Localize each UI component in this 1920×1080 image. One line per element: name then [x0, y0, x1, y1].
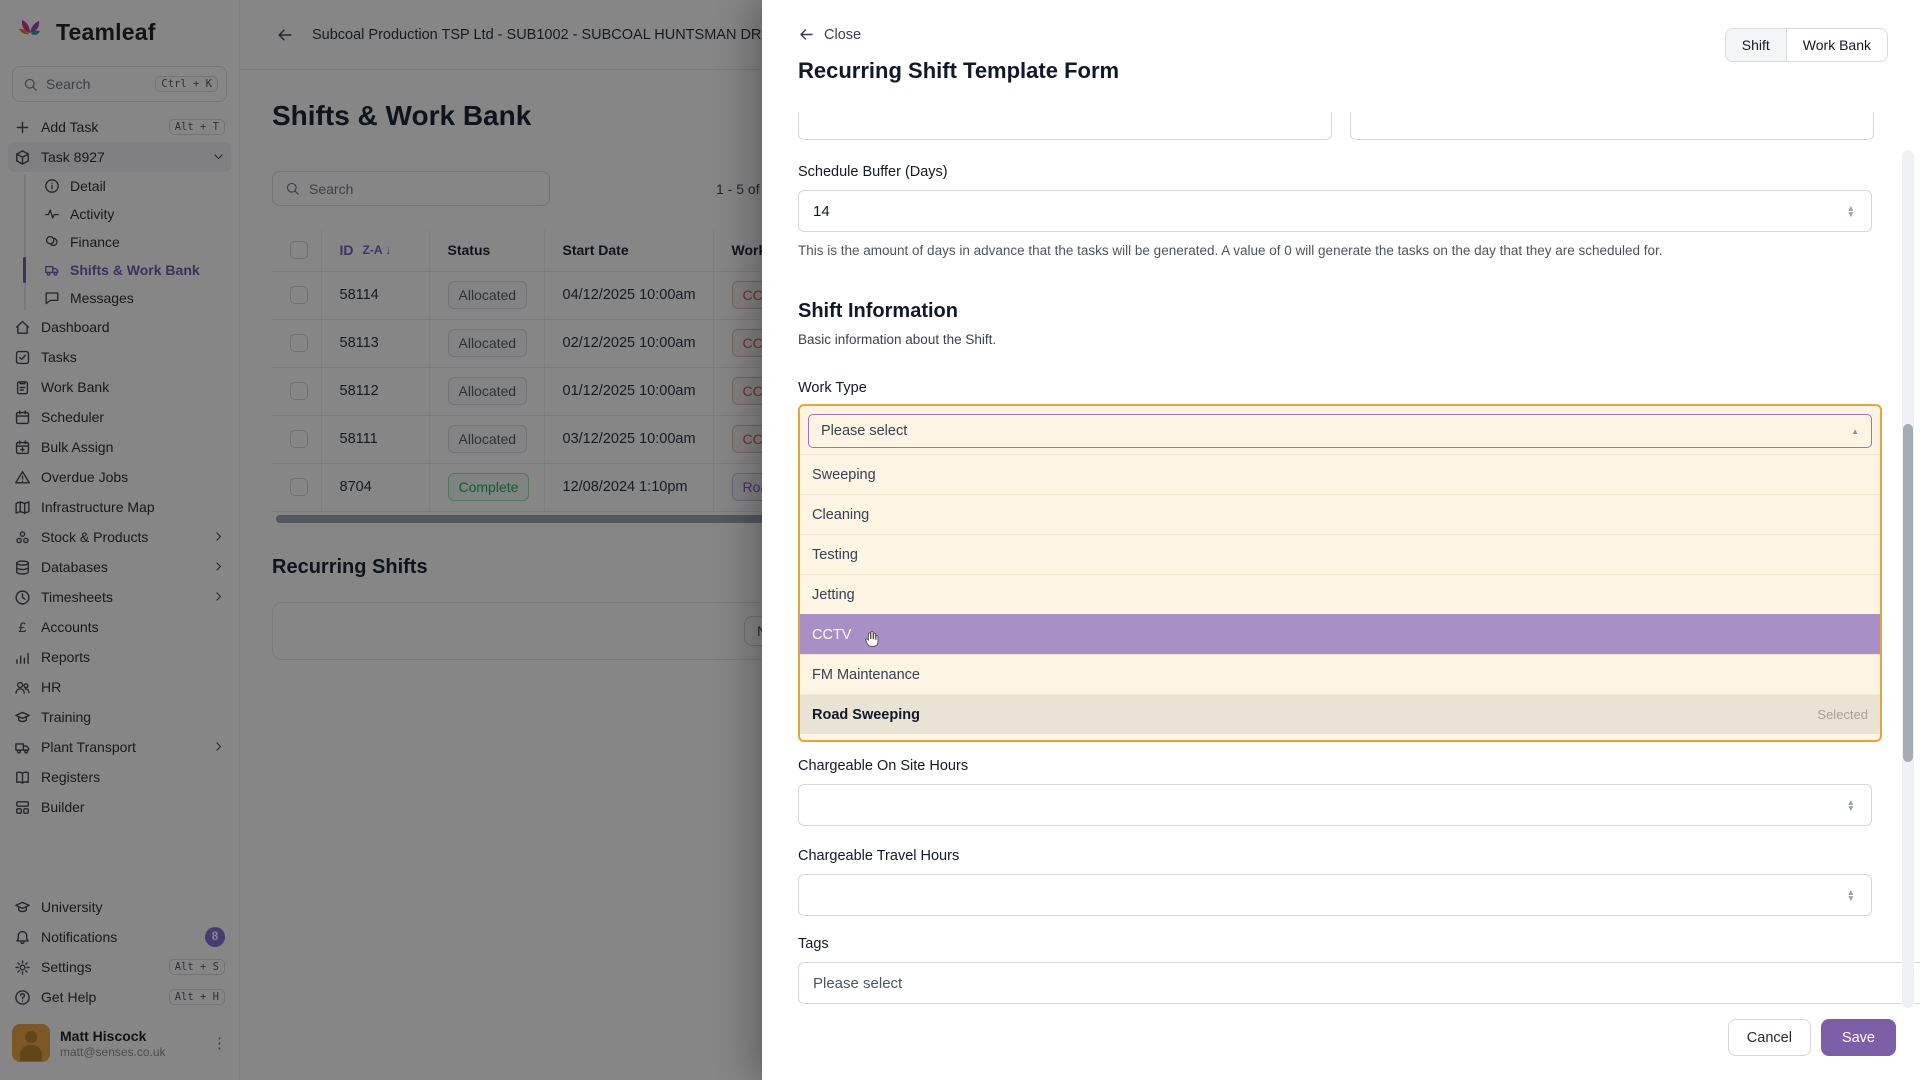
number-stepper-icon[interactable]: ▲▼ — [1847, 799, 1855, 811]
schedule-buffer-input[interactable]: 14 ▲▼ — [798, 190, 1872, 232]
option-cctv[interactable]: CCTV — [800, 614, 1880, 654]
option-sweeping[interactable]: Sweeping — [800, 454, 1880, 494]
clipped-input[interactable] — [1350, 112, 1874, 140]
chargeable-travel-hours-input[interactable]: ▲▼ — [798, 874, 1872, 916]
caret-up-icon: ▲ — [1851, 427, 1859, 436]
option-fm-maintenance[interactable]: FM Maintenance — [800, 654, 1880, 694]
cancel-button[interactable]: Cancel — [1728, 1019, 1811, 1056]
close-button[interactable]: Close — [798, 26, 861, 43]
shift-information-title: Shift Information — [798, 300, 958, 323]
chargeable-on-site-hours-label: Chargeable On Site Hours — [798, 758, 968, 774]
selected-tag: Selected — [1817, 707, 1868, 722]
tab-work-bank[interactable]: Work Bank — [1787, 29, 1887, 61]
drawer-footer: Cancel Save — [1728, 1019, 1896, 1056]
chargeable-travel-hours-label: Chargeable Travel Hours — [798, 848, 959, 864]
option-cleaning[interactable]: Cleaning — [800, 494, 1880, 534]
number-stepper-icon[interactable]: ▲▼ — [1847, 889, 1855, 901]
shift-workbank-toggle: Shift Work Bank — [1725, 28, 1888, 62]
save-button[interactable]: Save — [1821, 1019, 1896, 1056]
number-stepper-icon[interactable]: ▲▼ — [1847, 205, 1855, 217]
tab-shift[interactable]: Shift — [1726, 29, 1787, 61]
work-type-dropdown: Please select ▲ Sweeping Cleaning Testin… — [798, 404, 1882, 742]
vertical-scrollbar-thumb[interactable] — [1903, 424, 1913, 762]
chargeable-on-site-hours-input[interactable]: ▲▼ — [798, 784, 1872, 826]
schedule-buffer-label: Schedule Buffer (Days) — [798, 164, 948, 180]
tags-select[interactable]: Please select ▼ — [798, 962, 1920, 1004]
option-jetting[interactable]: Jetting — [800, 574, 1880, 614]
clipped-input[interactable] — [798, 112, 1332, 140]
vertical-scrollbar-track[interactable] — [1902, 150, 1914, 1008]
drawer-title: Recurring Shift Template Form — [798, 58, 1119, 84]
clipped-field-row — [798, 112, 1874, 142]
hand-cursor-icon — [863, 629, 882, 648]
recurring-shift-drawer: Close Recurring Shift Template Form Shif… — [762, 0, 1920, 1080]
back-arrow-icon — [798, 26, 815, 43]
work-type-select[interactable]: Please select ▲ — [808, 414, 1872, 448]
schedule-buffer-help: This is the amount of days in advance th… — [798, 243, 1872, 258]
work-type-label: Work Type — [798, 380, 867, 396]
tags-label: Tags — [798, 936, 829, 952]
option-road-sweeping[interactable]: Road Sweeping Selected — [800, 694, 1880, 734]
option-testing[interactable]: Testing — [800, 534, 1880, 574]
shift-information-subtitle: Basic information about the Shift. — [798, 332, 996, 347]
